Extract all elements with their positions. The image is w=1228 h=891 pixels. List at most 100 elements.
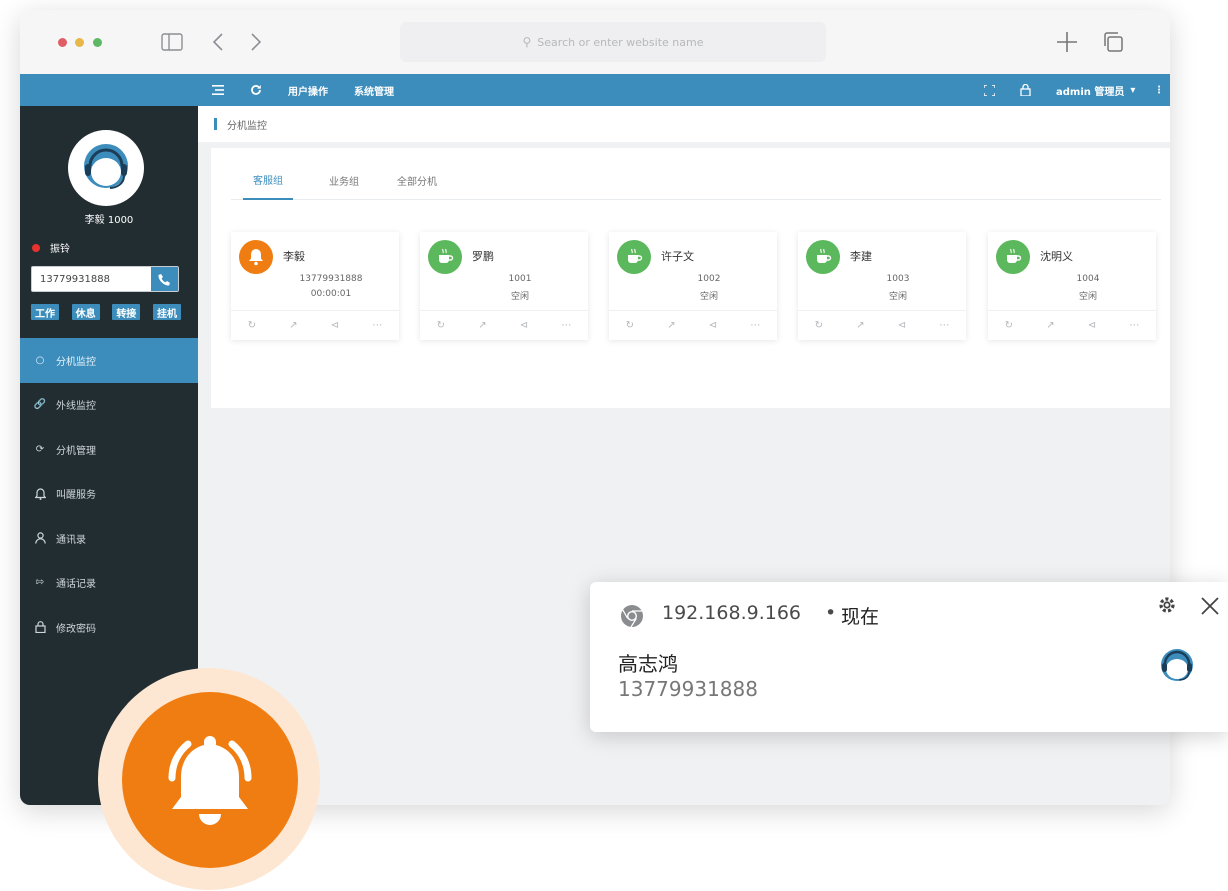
- back-icon[interactable]: [206, 27, 230, 57]
- notification-source: 192.168.9.166: [662, 602, 802, 624]
- caret-down-icon: ▾: [1130, 84, 1136, 96]
- address-placeholder: Search or enter website name: [537, 35, 704, 49]
- sidebar-item-wakeup[interactable]: 叫醒服务: [20, 472, 198, 517]
- minimize-window-dot[interactable]: [75, 38, 84, 47]
- menu-user-ops[interactable]: 用户操作: [288, 74, 328, 106]
- hangup-icon[interactable]: ↻: [437, 320, 445, 331]
- extension-card[interactable]: 许子文 1002 空闲 ↻ ↗ ⊲ ⋯: [609, 232, 777, 340]
- breadcrumb: 分机监控: [198, 106, 1170, 142]
- extension-number: 1002: [697, 274, 721, 284]
- card-actions: ↻ ↗ ⊲ ⋯: [988, 310, 1156, 340]
- status-label: 振铃: [50, 244, 70, 255]
- idle-cup-icon: [617, 240, 651, 274]
- address-bar[interactable]: ⚲ Search or enter website name: [400, 22, 826, 62]
- notification-time: 现在: [841, 606, 880, 628]
- sidebar-item-extension-monitor[interactable]: ○ 分机监控: [20, 338, 198, 383]
- share-icon[interactable]: ⊲: [898, 320, 906, 331]
- phone-number-input[interactable]: [32, 267, 150, 291]
- more-icon[interactable]: ⋯: [1129, 320, 1139, 331]
- dial-button[interactable]: [151, 267, 178, 291]
- close-icon[interactable]: [1198, 594, 1222, 618]
- sidebar-item-contacts[interactable]: 通讯录: [20, 516, 198, 561]
- sidebar-item-label: 通讯录: [56, 534, 86, 546]
- agent-headset-icon: [1161, 649, 1193, 681]
- hangup-button[interactable]: 挂机: [152, 304, 181, 320]
- transfer-icon[interactable]: ↗: [667, 320, 675, 331]
- lock-icon: [32, 621, 48, 634]
- forward-icon[interactable]: [244, 27, 268, 57]
- sidebar-toggle-icon[interactable]: [158, 27, 186, 57]
- close-window-dot[interactable]: [58, 38, 67, 47]
- extension-status: 空闲: [888, 292, 907, 302]
- more-icon[interactable]: ⋯: [372, 320, 382, 331]
- work-button[interactable]: 工作: [31, 304, 59, 320]
- desktop-notification[interactable]: 192.168.9.166 • 现在 高志鸿 13779931888: [590, 582, 1228, 732]
- sidebar-item-trunk-monitor[interactable]: 🔗 外线监控: [20, 383, 198, 428]
- user-menu[interactable]: admin 管理员 ▾: [1056, 74, 1135, 106]
- share-icon[interactable]: ⊲: [520, 320, 528, 331]
- tab-overview-icon[interactable]: [1098, 27, 1128, 57]
- share-icon[interactable]: ⊲: [331, 320, 339, 331]
- extension-status: 空闲: [510, 292, 529, 302]
- share-icon[interactable]: ⊲: [1088, 320, 1096, 331]
- hangup-icon[interactable]: ↻: [815, 320, 823, 331]
- more-icon[interactable]: ⋯: [561, 320, 571, 331]
- tab-service-group[interactable]: 客服组: [243, 160, 293, 200]
- card-actions: ↻ ↗ ⊲ ⋯: [420, 310, 588, 340]
- browser-logo-icon: [621, 605, 643, 628]
- person-icon: [32, 532, 48, 544]
- transfer-icon[interactable]: ↗: [289, 320, 297, 331]
- transfer-icon[interactable]: ↗: [478, 320, 486, 331]
- gear-icon[interactable]: [1156, 594, 1178, 616]
- transfer-icon[interactable]: ↗: [1046, 320, 1054, 331]
- fullscreen-icon[interactable]: [984, 74, 995, 106]
- sidebar-item-change-password[interactable]: 修改密码: [20, 605, 198, 650]
- menu-system[interactable]: 系统管理: [354, 74, 394, 106]
- hangup-icon[interactable]: ↻: [248, 320, 256, 331]
- hangup-icon[interactable]: ↻: [626, 320, 634, 331]
- sidebar-item-extension-manage[interactable]: ⟳ 分机管理: [20, 427, 198, 472]
- sidebar-item-label: 分机管理: [56, 445, 96, 457]
- extension-status: 00:00:01: [310, 289, 352, 299]
- search-icon: ⚲: [522, 35, 532, 49]
- new-tab-icon[interactable]: [1052, 27, 1082, 57]
- record-icon: ⇰: [35, 577, 45, 589]
- browser-toolbar: ⚲ Search or enter website name: [20, 10, 1170, 74]
- extension-card[interactable]: 李建 1003 空闲 ↻ ↗ ⊲ ⋯: [798, 232, 966, 340]
- status-dot: [32, 243, 40, 252]
- tab-business-group[interactable]: 业务组: [319, 160, 369, 200]
- extension-icon: ⟳: [35, 443, 45, 455]
- sidebar-item-call-records[interactable]: ⇰ 通话记录: [20, 561, 198, 606]
- maximize-window-dot[interactable]: [93, 38, 102, 47]
- sidebar-menu: ○ 分机监控 🔗 外线监控 ⟳ 分机管理 叫醒服务 通讯录 ⇰ 通话记录 修改密…: [20, 338, 198, 650]
- rest-button[interactable]: 休息: [71, 304, 100, 320]
- extension-name: 许子文: [661, 250, 694, 263]
- card-actions: ↻ ↗ ⊲ ⋯: [798, 310, 966, 340]
- more-icon[interactable]: ⋯: [939, 320, 949, 331]
- sidebar-item-label: 外线监控: [56, 401, 96, 413]
- agent-name: 李毅 1000: [84, 215, 134, 226]
- dial-box: [31, 266, 179, 292]
- lock-screen-icon[interactable]: [1020, 74, 1031, 106]
- transfer-icon[interactable]: ↗: [856, 320, 864, 331]
- transfer-button[interactable]: 转接: [112, 304, 141, 320]
- more-icon[interactable]: ⋯: [750, 320, 760, 331]
- notification-separator: •: [825, 602, 837, 624]
- share-icon[interactable]: ⊲: [709, 320, 717, 331]
- more-vertical-icon[interactable]: ⋮: [1154, 74, 1164, 106]
- refresh-icon[interactable]: [250, 74, 262, 106]
- extension-name: 罗鹏: [472, 250, 494, 263]
- idle-cup-icon: [806, 240, 840, 274]
- extension-card[interactable]: 李毅 13779931888 00:00:01 ↻ ↗ ⊲ ⋯: [231, 232, 399, 340]
- tab-all-extensions[interactable]: 全部分机: [387, 160, 447, 200]
- sidebar-item-label: 通话记录: [56, 579, 96, 591]
- ringing-badge: [122, 692, 298, 868]
- extension-card[interactable]: 沈明义 1004 空闲 ↻ ↗ ⊲ ⋯: [988, 232, 1156, 340]
- extension-number: 1001: [508, 274, 532, 284]
- breadcrumb-marker: [214, 118, 217, 130]
- extension-card[interactable]: 罗鹏 1001 空闲 ↻ ↗ ⊲ ⋯: [420, 232, 588, 340]
- extension-name: 李建: [850, 250, 872, 263]
- extension-number: 13779931888: [299, 274, 363, 284]
- menu-toggle-icon[interactable]: [212, 74, 224, 106]
- hangup-icon[interactable]: ↻: [1005, 320, 1013, 331]
